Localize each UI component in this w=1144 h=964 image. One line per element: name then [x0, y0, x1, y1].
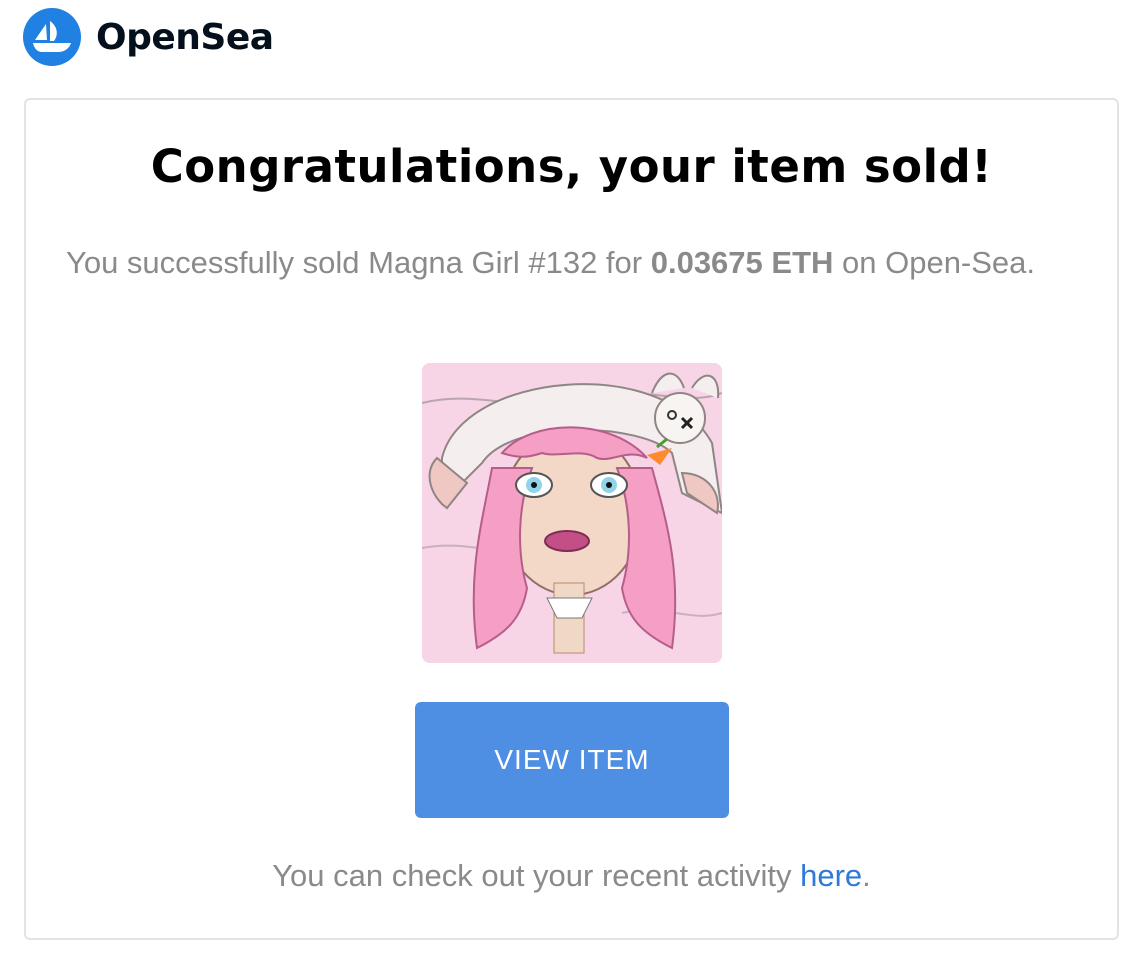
brand-name: OpenSea	[96, 16, 274, 58]
recent-activity-text: You can check out your recent activity h…	[26, 858, 1117, 894]
page-title: Congratulations, your item sold!	[150, 140, 993, 193]
sale-amount: 0.03675 ETH	[650, 245, 834, 280]
recent-activity-link[interactable]: here	[800, 858, 862, 893]
view-item-button[interactable]: VIEW ITEM	[415, 702, 729, 818]
footer-prefix: You can check out your recent activity	[272, 858, 801, 893]
message-suffix: on Open-Sea.	[833, 245, 1036, 280]
footer-suffix: .	[862, 858, 871, 893]
sale-message: You successfully sold Magna Girl #132 fo…	[66, 242, 1056, 283]
email-header: OpenSea	[23, 8, 274, 66]
sale-notification-card: Congratulations, your item sold! You suc…	[24, 98, 1119, 940]
message-prefix: You successfully sold Magna Girl #132 fo…	[66, 245, 651, 280]
opensea-logo-icon	[23, 8, 81, 66]
nft-image[interactable]	[422, 363, 722, 663]
nft-artwork	[422, 363, 722, 663]
